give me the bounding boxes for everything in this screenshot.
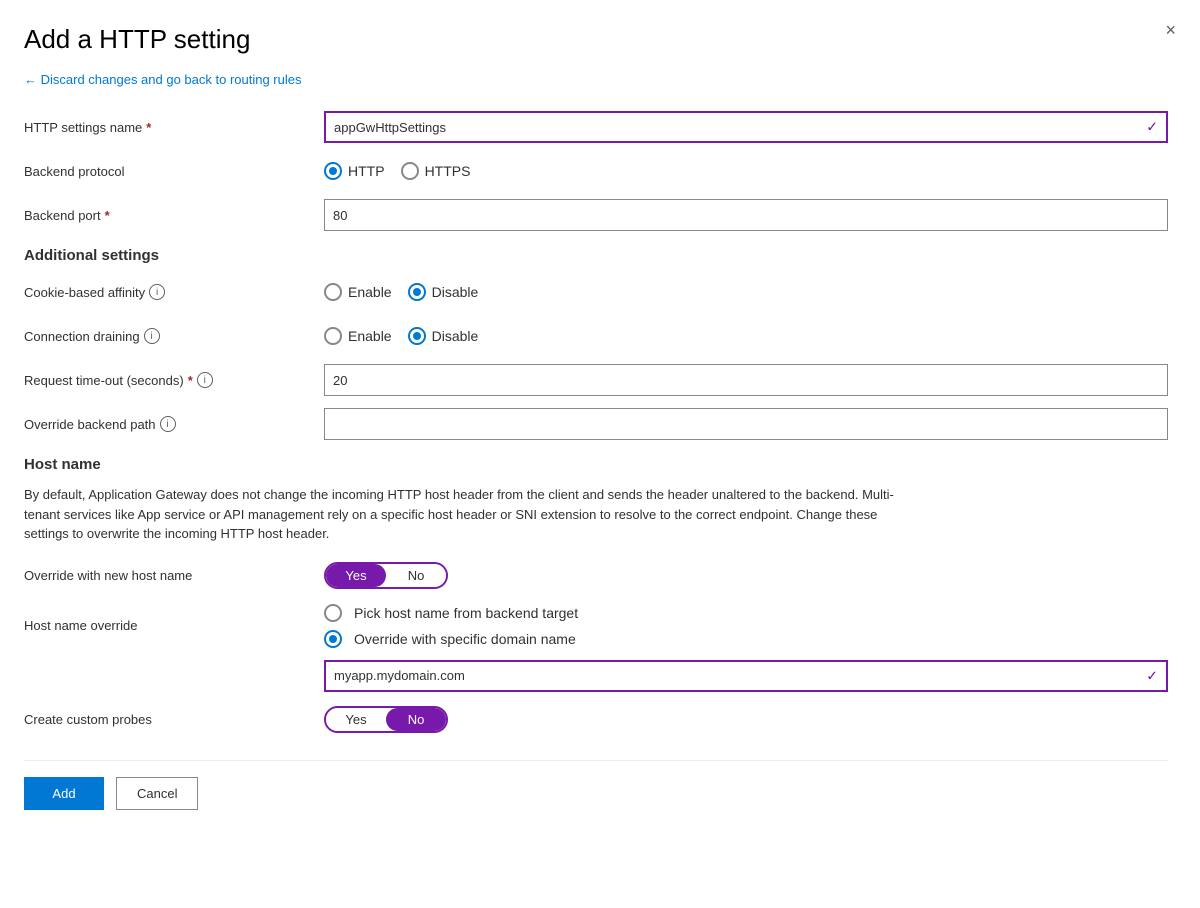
request-timeout-star: * xyxy=(188,373,193,388)
override-hostname-row: Override with new host name Yes No xyxy=(24,560,1168,592)
host-name-override-options: Pick host name from backend target Overr… xyxy=(324,604,1168,648)
request-timeout-input[interactable] xyxy=(324,364,1168,396)
custom-probes-toggle-wrapper: Yes No xyxy=(324,706,1168,733)
request-timeout-wrapper xyxy=(324,364,1168,396)
override-backend-path-label: Override backend path i xyxy=(24,416,324,432)
connection-draining-info-icon[interactable]: i xyxy=(144,328,160,344)
cookie-affinity-row: Cookie-based affinity i Enable Disable xyxy=(24,276,1168,308)
custom-probes-row: Create custom probes Yes No xyxy=(24,704,1168,736)
back-link[interactable]: ← Discard changes and go back to routing… xyxy=(24,72,302,87)
page-title: Add a HTTP setting xyxy=(24,24,1168,55)
footer: Add Cancel xyxy=(24,760,1168,810)
override-backend-info-icon[interactable]: i xyxy=(160,416,176,432)
override-hostname-label: Override with new host name xyxy=(24,568,324,583)
custom-probes-yes-button[interactable]: Yes xyxy=(326,708,386,731)
draining-disable-option[interactable]: Disable xyxy=(408,327,479,345)
affinity-enable-option[interactable]: Enable xyxy=(324,283,392,301)
hostname-input-wrapper xyxy=(324,660,1168,692)
host-name-description: By default, Application Gateway does not… xyxy=(24,485,924,544)
cookie-affinity-group: Enable Disable xyxy=(324,283,1168,301)
draining-disable-radio[interactable] xyxy=(408,327,426,345)
protocol-http-radio[interactable] xyxy=(324,162,342,180)
cancel-button[interactable]: Cancel xyxy=(116,777,198,810)
override-hostname-yes-button[interactable]: Yes xyxy=(326,564,386,587)
override-backend-path-input[interactable] xyxy=(324,408,1168,440)
host-name-title: Host name xyxy=(24,456,1168,473)
pick-hostname-option[interactable]: Pick host name from backend target xyxy=(324,604,1168,622)
connection-draining-group: Enable Disable xyxy=(324,327,1168,345)
pick-hostname-radio[interactable] xyxy=(324,604,342,622)
hostname-input-row xyxy=(24,660,1168,692)
backend-port-input[interactable] xyxy=(324,199,1168,231)
protocol-http-option[interactable]: HTTP xyxy=(324,162,385,180)
override-hostname-toggle: Yes No xyxy=(324,562,448,589)
override-backend-path-row: Override backend path i xyxy=(24,408,1168,440)
http-settings-name-wrapper xyxy=(324,111,1168,143)
additional-settings-title: Additional settings xyxy=(24,247,1168,264)
connection-draining-row: Connection draining i Enable Disable xyxy=(24,320,1168,352)
custom-probes-no-button[interactable]: No xyxy=(386,708,446,731)
host-name-override-row: Host name override Pick host name from b… xyxy=(24,604,1168,648)
request-timeout-label: Request time-out (seconds) * i xyxy=(24,372,324,388)
override-specific-radio[interactable] xyxy=(324,630,342,648)
http-settings-name-input[interactable] xyxy=(324,111,1168,143)
custom-probes-toggle: Yes No xyxy=(324,706,448,733)
draining-enable-radio[interactable] xyxy=(324,327,342,345)
add-button[interactable]: Add xyxy=(24,777,104,810)
host-name-override-label: Host name override xyxy=(24,618,324,633)
backend-protocol-label: Backend protocol xyxy=(24,164,324,179)
affinity-disable-option[interactable]: Disable xyxy=(408,283,479,301)
affinity-disable-radio[interactable] xyxy=(408,283,426,301)
backend-port-star: * xyxy=(105,208,110,223)
backend-port-row: Backend port * xyxy=(24,199,1168,231)
backend-protocol-row: Backend protocol HTTP HTTPS xyxy=(24,155,1168,187)
close-button[interactable]: × xyxy=(1165,20,1176,41)
connection-draining-label: Connection draining i xyxy=(24,328,324,344)
override-specific-option[interactable]: Override with specific domain name xyxy=(324,630,1168,648)
affinity-enable-radio[interactable] xyxy=(324,283,342,301)
backend-port-wrapper xyxy=(324,199,1168,231)
custom-probes-label: Create custom probes xyxy=(24,712,324,727)
draining-enable-option[interactable]: Enable xyxy=(324,327,392,345)
required-star: * xyxy=(146,120,151,135)
request-timeout-row: Request time-out (seconds) * i xyxy=(24,364,1168,396)
protocol-https-option[interactable]: HTTPS xyxy=(401,162,471,180)
backend-port-label: Backend port * xyxy=(24,208,324,223)
request-timeout-info-icon[interactable]: i xyxy=(197,372,213,388)
http-settings-name-label: HTTP settings name * xyxy=(24,120,324,135)
override-hostname-toggle-wrapper: Yes No xyxy=(324,562,1168,589)
hostname-override-input[interactable] xyxy=(324,660,1168,692)
protocol-https-radio[interactable] xyxy=(401,162,419,180)
panel: Add a HTTP setting × ← Discard changes a… xyxy=(0,0,1200,834)
override-backend-path-wrapper xyxy=(324,408,1168,440)
backend-protocol-group: HTTP HTTPS xyxy=(324,162,1168,180)
cookie-affinity-info-icon[interactable]: i xyxy=(149,284,165,300)
override-hostname-no-button[interactable]: No xyxy=(386,564,446,587)
http-settings-name-row: HTTP settings name * xyxy=(24,111,1168,143)
cookie-affinity-label: Cookie-based affinity i xyxy=(24,284,324,300)
